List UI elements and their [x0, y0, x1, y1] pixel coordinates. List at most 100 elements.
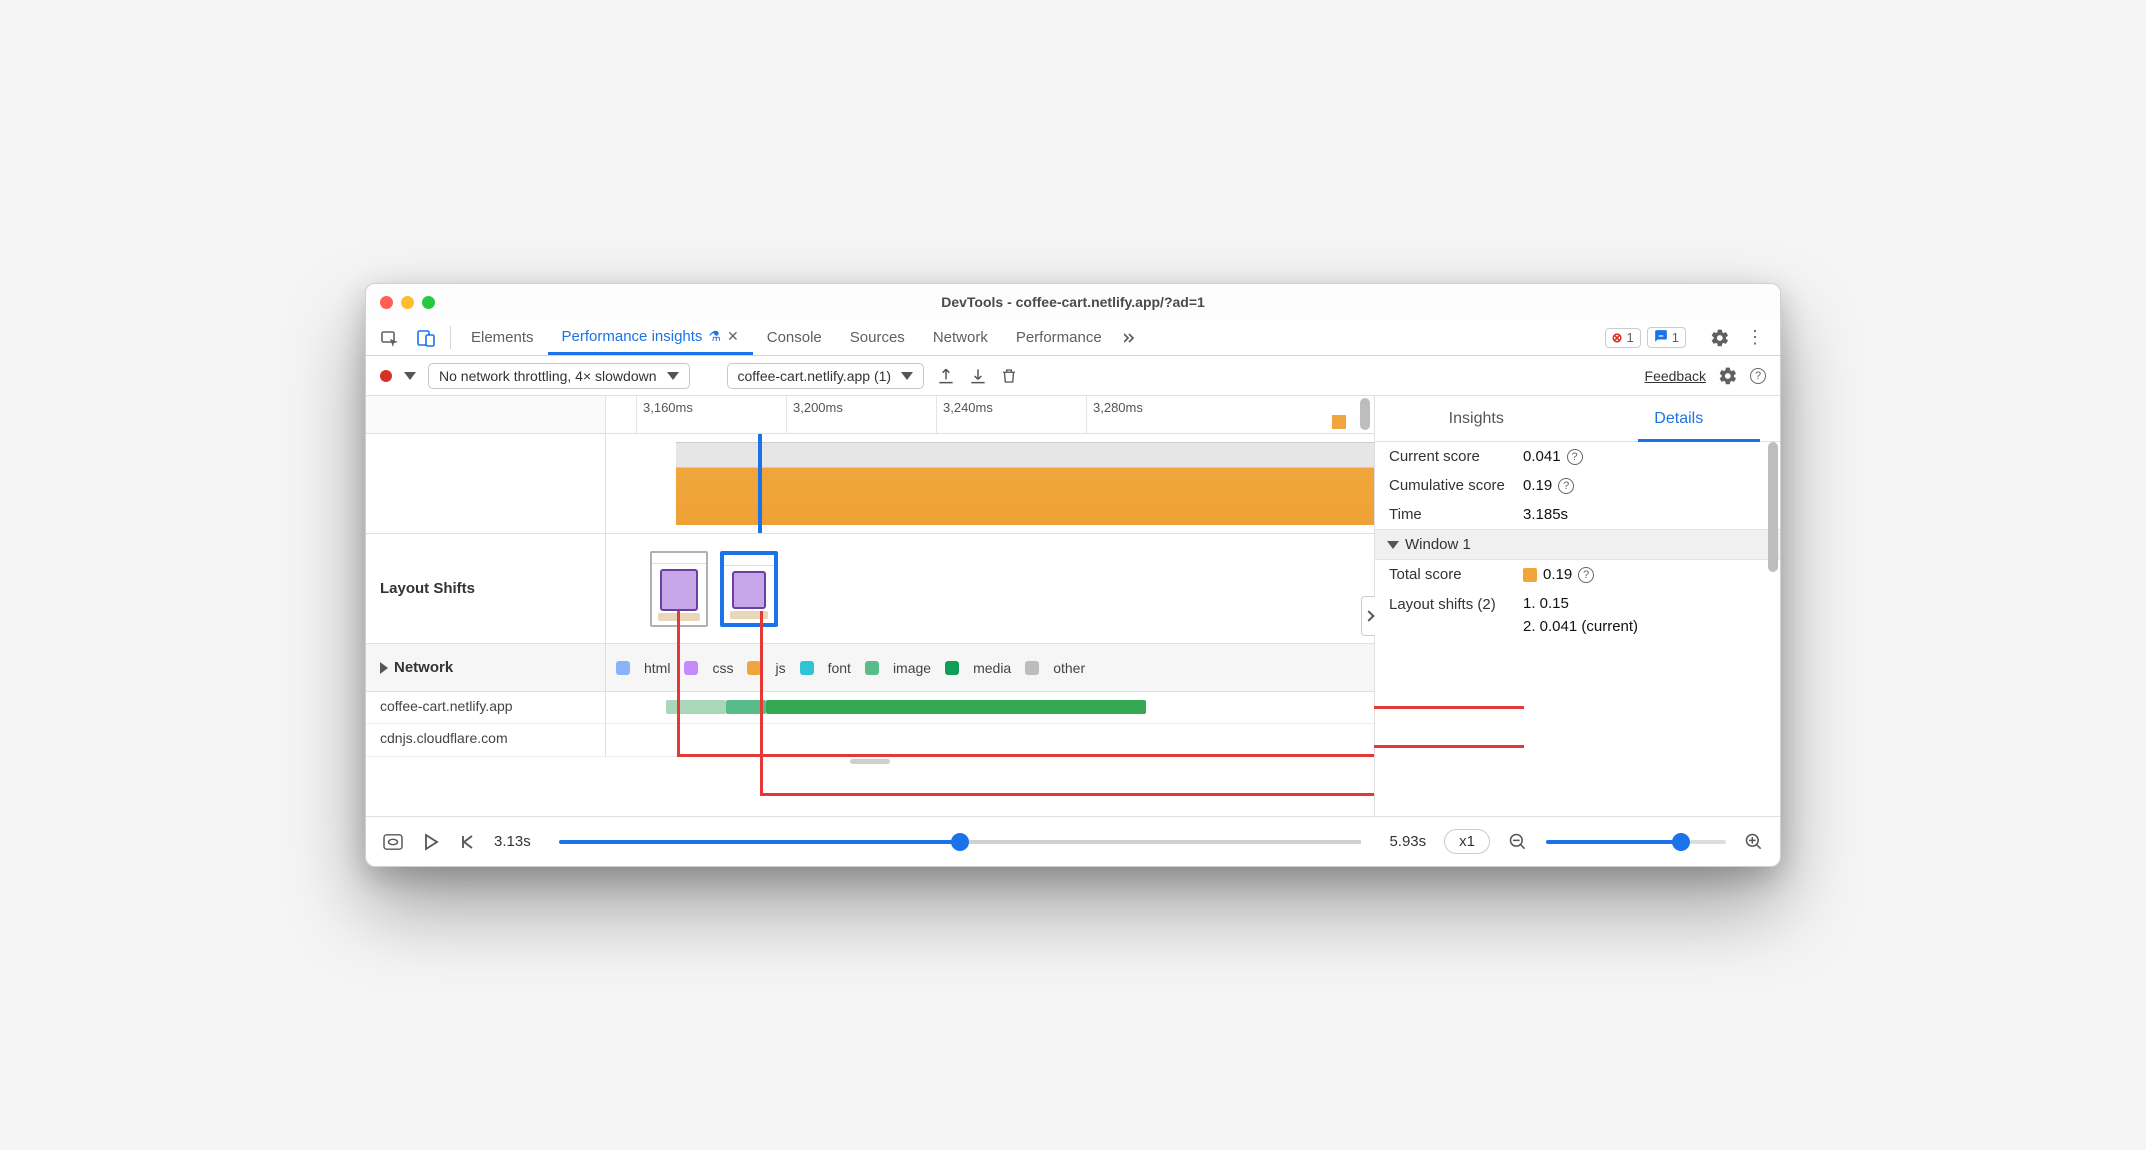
recording-select[interactable]: coffee-cart.netlify.app (1)	[727, 363, 925, 389]
recording-value: coffee-cart.netlify.app (1)	[738, 368, 892, 384]
help-button[interactable]: ?	[1750, 368, 1766, 384]
network-header-row: Network html css js font image media oth…	[366, 644, 1374, 692]
ruler-gutter	[366, 396, 606, 433]
minimize-window-button[interactable]	[401, 296, 414, 309]
issues-count: 1	[1672, 330, 1679, 345]
network-row-track	[606, 692, 1374, 723]
network-bar[interactable]	[766, 700, 1146, 714]
main-area: 3,160ms 3,200ms 3,240ms 3,280ms Layout S…	[366, 396, 1780, 816]
preview-toggle-button[interactable]	[382, 833, 404, 851]
error-icon: ⊗	[1612, 330, 1623, 346]
legend-media: media	[973, 660, 1011, 676]
kv-label: Layout shifts (2)	[1389, 595, 1519, 615]
close-tab-icon[interactable]: ✕	[727, 328, 739, 345]
help-icon[interactable]: ?	[1567, 449, 1583, 465]
zoom-slider[interactable]	[1546, 840, 1726, 844]
time-ruler[interactable]: 3,160ms 3,200ms 3,240ms 3,280ms	[366, 396, 1374, 434]
tab-elements[interactable]: Elements	[457, 320, 548, 355]
network-bar[interactable]	[666, 700, 726, 714]
network-row[interactable]: coffee-cart.netlify.app	[366, 692, 1374, 724]
ruler-tick: 3,200ms	[786, 396, 843, 433]
chevron-down-icon	[1387, 541, 1399, 549]
network-row-host: cdnjs.cloudflare.com	[366, 724, 606, 756]
devtools-tabstrip: Elements Performance insights ⚗ ✕ Consol…	[366, 320, 1780, 356]
titlebar: DevTools - coffee-cart.netlify.app/?ad=1	[366, 284, 1780, 320]
zoom-out-button[interactable]	[1508, 832, 1528, 852]
tab-performance-insights[interactable]: Performance insights ⚗ ✕	[548, 320, 753, 355]
swatch-font	[800, 661, 814, 675]
network-row[interactable]: cdnjs.cloudflare.com	[366, 724, 1374, 756]
settings-button[interactable]	[1702, 328, 1738, 348]
window-section-header[interactable]: Window 1	[1375, 529, 1780, 560]
playhead-start-time: 3.13s	[494, 833, 531, 850]
cls-overview-track[interactable]	[606, 434, 1374, 533]
kv-cumulative-score: Cumulative score 0.19?	[1375, 471, 1780, 500]
panel-settings-button[interactable]	[1718, 366, 1738, 386]
selected-shift-indicator	[758, 434, 762, 533]
record-button[interactable]	[380, 370, 392, 382]
layout-shifts-row: Layout Shifts	[366, 534, 1374, 644]
layout-shifts-label: Layout Shifts	[366, 534, 606, 643]
sidebar-tab-details[interactable]: Details	[1578, 396, 1781, 441]
layout-shifts-track	[606, 534, 1374, 643]
zoom-in-button[interactable]	[1744, 832, 1764, 852]
help-icon[interactable]: ?	[1558, 478, 1574, 494]
tab-sources[interactable]: Sources	[836, 320, 919, 355]
sidebar-collapse-button[interactable]	[1361, 596, 1375, 636]
legend-css: css	[712, 660, 733, 676]
vertical-resizer[interactable]	[366, 756, 1374, 766]
tab-console[interactable]: Console	[753, 320, 836, 355]
window-title: DevTools - coffee-cart.netlify.app/?ad=1	[366, 294, 1780, 310]
legend-other: other	[1053, 660, 1085, 676]
layout-shift-thumbnail-1[interactable]	[650, 551, 708, 627]
layout-shift-thumbnail-2[interactable]	[720, 551, 778, 627]
network-section-toggle[interactable]: Network	[366, 644, 606, 691]
ruler-tick: 3,280ms	[1086, 396, 1143, 433]
jump-to-start-button[interactable]	[458, 833, 476, 851]
experiment-icon: ⚗	[708, 328, 721, 345]
delete-recording-button[interactable]	[1000, 366, 1018, 386]
tab-network[interactable]: Network	[919, 320, 1002, 355]
cls-bar	[676, 442, 1374, 525]
slider-knob[interactable]	[1672, 833, 1690, 851]
export-button[interactable]	[936, 366, 956, 386]
sidebar-tab-insights[interactable]: Insights	[1375, 396, 1578, 441]
playback-speed-button[interactable]: x1	[1444, 829, 1490, 854]
timeline-pane: 3,160ms 3,200ms 3,240ms 3,280ms Layout S…	[366, 396, 1375, 816]
feedback-link[interactable]: Feedback	[1645, 368, 1706, 384]
slider-knob[interactable]	[951, 833, 969, 851]
scrollbar-thumb[interactable]	[1360, 398, 1370, 430]
ruler-tick: 3,160ms	[636, 396, 693, 433]
tab-performance[interactable]: Performance	[1002, 320, 1116, 355]
playbar: 3.13s 5.93s x1	[366, 816, 1780, 866]
legend-js: js	[775, 660, 785, 676]
playhead-end-time: 5.93s	[1389, 833, 1426, 850]
network-bar[interactable]	[726, 700, 766, 714]
kebab-menu-button[interactable]: ⋮	[1738, 327, 1774, 348]
sidebar-tabs: Insights Details	[1375, 396, 1780, 442]
row-label-empty	[366, 434, 606, 533]
annotation-line	[1374, 706, 1524, 709]
network-legend-track: html css js font image media other	[606, 644, 1374, 691]
layout-shift-item-2[interactable]: 2. 0.041 (current)	[1523, 618, 1638, 635]
layout-shift-item-1[interactable]: 1. 0.15	[1523, 595, 1569, 612]
help-icon[interactable]: ?	[1578, 567, 1594, 583]
chevron-down-icon	[404, 372, 416, 380]
close-window-button[interactable]	[380, 296, 393, 309]
playhead-slider[interactable]	[559, 840, 1362, 844]
sidebar-scrollbar-thumb[interactable]	[1768, 442, 1778, 572]
issues-badge[interactable]: 1	[1647, 327, 1686, 348]
divider	[450, 326, 451, 349]
throttling-select[interactable]: No network throttling, 4× slowdown	[428, 363, 690, 389]
errors-badge[interactable]: ⊗ 1	[1605, 328, 1641, 348]
more-tabs-button[interactable]	[1116, 320, 1146, 355]
inspect-element-button[interactable]	[372, 320, 408, 355]
swatch-css	[684, 661, 698, 675]
window-controls	[380, 296, 435, 309]
legend-image: image	[893, 660, 931, 676]
play-button[interactable]	[422, 833, 440, 851]
record-menu-chevron[interactable]	[404, 372, 416, 380]
device-toolbar-button[interactable]	[408, 320, 444, 355]
zoom-window-button[interactable]	[422, 296, 435, 309]
import-button[interactable]	[968, 366, 988, 386]
